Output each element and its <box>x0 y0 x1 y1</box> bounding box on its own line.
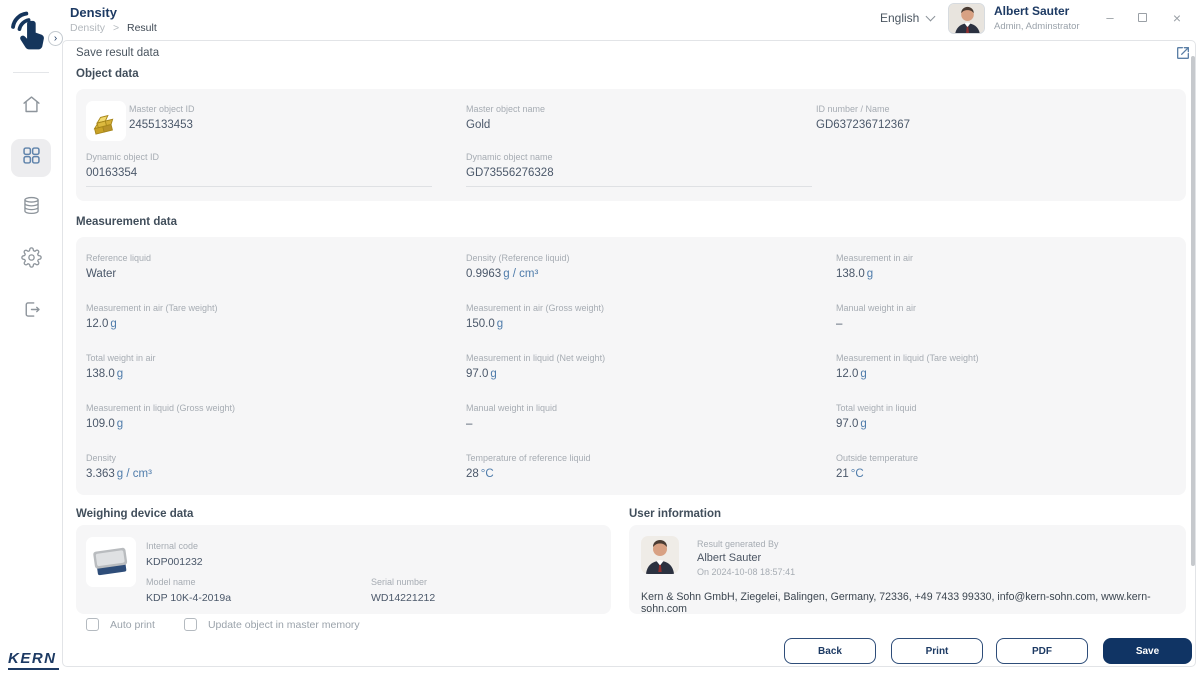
field-reference-liquid: Reference liquid Water <box>86 253 152 280</box>
company-contact-line: Kern & Sohn GmbH, Ziegelei, Balingen, Ge… <box>641 591 1151 615</box>
measurement-data-title: Measurement data <box>76 216 177 228</box>
field-model-name: Model name KDP 10K-4-2019a <box>146 577 232 604</box>
field-measurement-in-air-tare: Measurement in air (Tare weight) 12.0 g <box>86 303 218 330</box>
app-logo-tap-icon <box>8 6 52 56</box>
update-object-checkbox[interactable]: Update object in master memory <box>183 618 360 631</box>
field-total-weight-in-air: Total weight in air 138.0 g <box>86 353 156 380</box>
field-dynamic-object-name[interactable]: Dynamic object name GD73556276328 <box>466 152 812 187</box>
field-manual-weight-in-liquid: Manual weight in liquid – <box>466 403 558 430</box>
scale-device-image <box>86 537 136 587</box>
breadcrumb-current: Result <box>127 22 157 34</box>
field-density-reference-liquid: Density (Reference liquid) 0.9963 g / cm³ <box>466 253 570 280</box>
sidebar-divider <box>13 72 49 73</box>
field-density: Density 3.363 g / cm³ <box>86 453 152 480</box>
minimize-button[interactable]: – <box>1103 11 1117 24</box>
close-button[interactable]: × <box>1170 11 1184 25</box>
options-row: Auto print Update object in master memor… <box>86 618 360 631</box>
checkbox-icon <box>86 618 99 631</box>
checkbox-icon <box>183 618 197 631</box>
field-id-number-name: ID number / Name GD637236712367 <box>816 104 910 131</box>
user-name: Albert Sauter <box>994 4 1070 18</box>
field-dynamic-object-id[interactable]: Dynamic object ID 00163354 <box>86 152 432 187</box>
sidebar-item-database[interactable] <box>11 189 51 227</box>
update-object-label: Update object in master memory <box>207 618 360 631</box>
grid-icon <box>21 145 42 171</box>
field-manual-weight-in-air: Manual weight in air – <box>836 303 917 330</box>
vertical-scrollbar[interactable] <box>1191 56 1195 566</box>
field-master-object-name: Master object name Gold <box>466 104 546 131</box>
generated-by-label: Result generated By <box>697 539 779 549</box>
logout-icon <box>21 299 42 325</box>
result-user-avatar <box>641 536 679 574</box>
kern-logo: KERN <box>8 650 59 670</box>
sidebar-item-logout[interactable] <box>11 293 51 331</box>
sidebar-expand-button[interactable]: › <box>48 31 63 46</box>
weighing-device-card: Internal code KDP001232 Model name KDP 1… <box>76 525 611 614</box>
panel-title: Save result data <box>76 47 160 59</box>
pdf-button[interactable]: PDF <box>996 638 1088 664</box>
language-dropdown[interactable]: English <box>880 11 936 25</box>
object-data-card: Master object ID 2455133453 Master objec… <box>76 89 1186 201</box>
expand-fullscreen-icon[interactable] <box>1175 45 1191 61</box>
field-measurement-in-liquid-gross: Measurement in liquid (Gross weight) 109.… <box>86 403 236 430</box>
sidebar: › KERN <box>0 0 63 675</box>
print-button[interactable]: Print <box>891 638 983 664</box>
sidebar-item-home[interactable] <box>11 88 51 126</box>
weighing-device-title: Weighing device data <box>76 508 194 520</box>
user-role: Admin, Adminstrator <box>994 21 1080 32</box>
breadcrumb-parent[interactable]: Density <box>70 22 105 34</box>
field-internal-code: Internal code KDP001232 <box>146 541 203 568</box>
field-total-weight-in-liquid: Total weight in liquid 97.0 g <box>836 403 917 430</box>
header-avatar[interactable] <box>948 3 985 34</box>
header-user-info: Albert Sauter Admin, Adminstrator <box>994 4 1080 32</box>
user-information-title: User information <box>629 508 722 520</box>
sidebar-item-settings[interactable] <box>11 241 51 279</box>
chevron-down-icon <box>925 11 936 22</box>
field-serial-number: Serial number WD14221212 <box>371 577 436 604</box>
field-temperature-reference-liquid: Temperature of reference liquid 28 °C <box>466 453 591 480</box>
user-information-card: Result generated By Albert Sauter On 202… <box>629 525 1186 615</box>
breadcrumb-separator: > <box>112 22 120 34</box>
generated-by-name: Albert Sauter <box>697 552 762 564</box>
auto-print-checkbox[interactable]: Auto print <box>86 618 155 631</box>
field-measurement-in-liquid-tare: Measurement in liquid (Tare weight) 12.0 g <box>836 353 979 380</box>
field-measurement-in-air-gross: Measurement in air (Gross weight) 150.0 g <box>466 303 605 330</box>
object-data-title: Object data <box>76 68 139 80</box>
field-outside-temperature: Outside temperature 21 °C <box>836 453 919 480</box>
measurement-data-card: Reference liquid Water Density (Reference… <box>76 237 1186 495</box>
maximize-button[interactable] <box>1138 13 1147 22</box>
save-button[interactable]: Save <box>1103 638 1192 664</box>
gear-icon <box>20 247 42 273</box>
header: Density Density > Result English Albert … <box>62 0 1200 40</box>
gold-object-icon <box>86 101 126 141</box>
field-measurement-in-liquid-net: Measurement in liquid (Net weight) 97.0 g <box>466 353 606 380</box>
auto-print-label: Auto print <box>110 618 155 631</box>
field-master-object-id: Master object ID 2455133453 <box>129 104 195 131</box>
field-measurement-in-air: Measurement in air 138.0 g <box>836 253 914 280</box>
home-icon <box>21 94 42 120</box>
language-label: English <box>880 11 920 25</box>
generated-on-date: On 2024-10-08 18:57:41 <box>697 567 796 577</box>
main-panel: Save result data Object data Master obje… <box>62 40 1196 667</box>
database-icon <box>21 195 42 221</box>
back-button[interactable]: Back <box>784 638 876 664</box>
page-title: Density <box>70 5 117 20</box>
sidebar-item-apps[interactable] <box>11 139 51 177</box>
breadcrumb: Density > Result <box>70 22 157 34</box>
